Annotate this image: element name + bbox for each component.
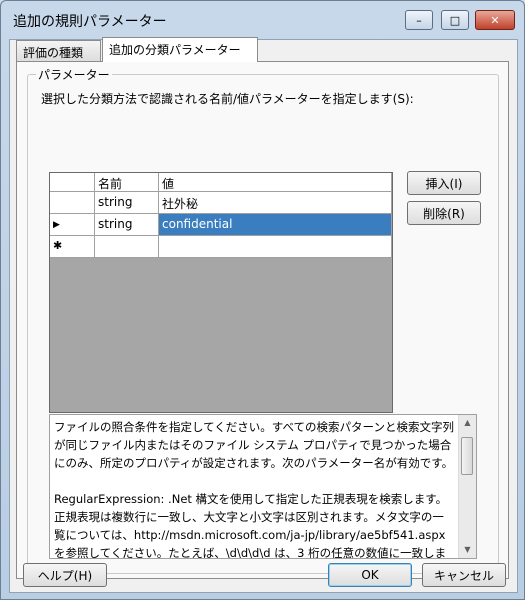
delete-button[interactable]: 削除(R): [407, 201, 481, 225]
column-header-name[interactable]: 名前: [95, 173, 159, 192]
column-header-value[interactable]: 値: [159, 173, 392, 192]
cell-value[interactable]: 社外秘: [159, 192, 392, 214]
description-paragraph: ファイルの照合条件を指定してください。すべての検索パターンと検索文字列が同じファ…: [54, 420, 454, 470]
minimize-button[interactable]: –: [405, 10, 433, 30]
new-row[interactable]: ✱: [50, 236, 392, 258]
grid-prompt-label: 選択した分類方法で認識される名前/値パラメーターを指定します(S):: [41, 92, 414, 106]
window-title: 追加の規則パラメーター: [13, 14, 167, 30]
cell-value[interactable]: confidential: [159, 214, 392, 236]
tab-additional-parameters[interactable]: 追加の分類パラメーター: [102, 37, 258, 62]
table-row-selected[interactable]: ▶ string confidential: [50, 214, 392, 236]
description-text: ファイルの照合条件を指定してください。すべての検索パターンと検索文字列が同じファ…: [54, 418, 454, 559]
scroll-thumb[interactable]: [461, 437, 473, 475]
title-bar[interactable]: 追加の規則パラメーター – □ ✕: [1, 1, 524, 39]
tab-panel: パラメーター 選択した分類方法で認識される名前/値パラメーターを指定します(S)…: [16, 61, 509, 579]
description-paragraph: RegularExpression: .Net 構文を使用して指定した正規表現を…: [54, 492, 448, 559]
parameters-grid[interactable]: 名前 値 string 社外秘 ▶ string confidential ✱: [49, 172, 393, 413]
row-indicator[interactable]: [50, 192, 95, 214]
dialog-body: 評価の種類 追加の分類パラメーター パラメーター 選択した分類方法で認識される名…: [9, 37, 518, 593]
insert-button[interactable]: 挿入(I): [407, 171, 481, 195]
scroll-up-arrow-icon[interactable]: ▲: [459, 415, 476, 431]
cell-name[interactable]: string: [95, 192, 159, 214]
cell-name[interactable]: string: [95, 214, 159, 236]
close-icon: ✕: [490, 13, 500, 27]
close-button[interactable]: ✕: [475, 10, 515, 30]
groupbox-label: パラメーター: [36, 66, 112, 83]
tab-label: 追加の分類パラメーター: [109, 43, 241, 57]
description-scrollbar[interactable]: ▲ ▼: [458, 415, 476, 558]
dialog-window: 追加の規則パラメーター – □ ✕ 評価の種類 追加の分類パラメーター パラメー…: [0, 0, 525, 600]
new-row-asterisk-icon[interactable]: ✱: [50, 236, 95, 258]
table-row[interactable]: string 社外秘: [50, 192, 392, 214]
current-row-arrow-icon[interactable]: ▶: [50, 214, 95, 236]
cancel-button[interactable]: キャンセル: [422, 563, 506, 587]
tab-evaluation-type[interactable]: 評価の種類: [16, 40, 101, 62]
cell-name[interactable]: [95, 236, 159, 258]
tab-label: 評価の種類: [23, 46, 84, 60]
maximize-icon: □: [449, 13, 461, 27]
help-button[interactable]: ヘルプ(H): [23, 563, 107, 587]
ok-button[interactable]: OK: [328, 563, 412, 587]
minimize-icon: –: [416, 13, 422, 27]
scroll-down-arrow-icon[interactable]: ▼: [459, 542, 476, 558]
description-box[interactable]: ファイルの照合条件を指定してください。すべての検索パターンと検索文字列が同じファ…: [49, 414, 477, 559]
row-header-corner: [50, 173, 95, 192]
cell-value[interactable]: [159, 236, 392, 258]
maximize-button[interactable]: □: [441, 10, 469, 30]
